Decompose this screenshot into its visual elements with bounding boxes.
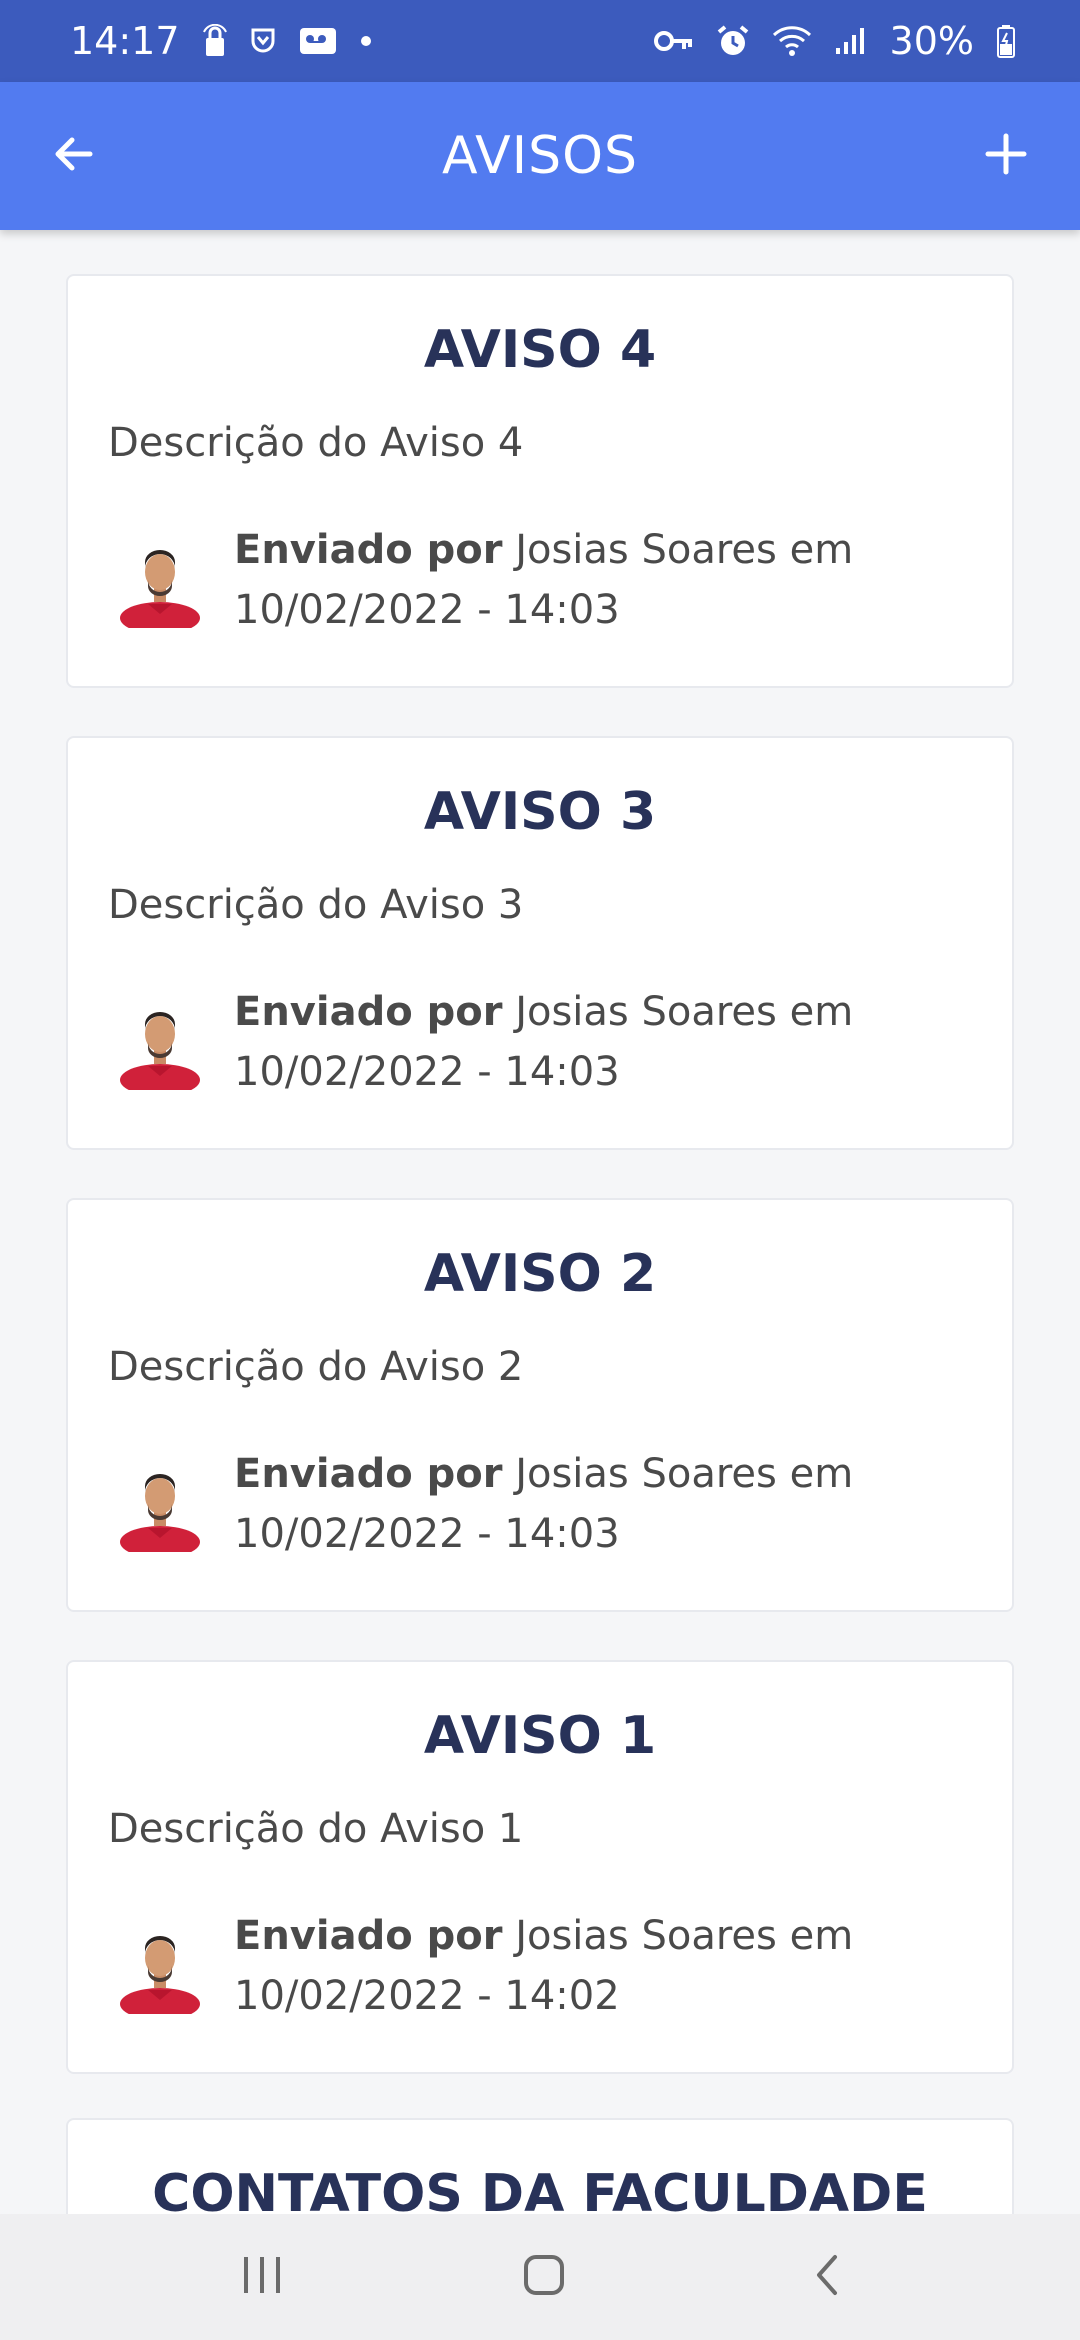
voicemail-icon [298,26,338,56]
author-name: Josias Soares [515,989,777,1035]
author-avatar [118,1000,202,1096]
battery-icon [996,24,1016,58]
notice-meta: Enviado por Josias Soares em 10/02/2022 … [234,1444,974,1564]
notification-dot-icon [360,35,372,47]
sent-by-label: Enviado por [234,989,503,1035]
author-name: Josias Soares [515,527,777,573]
notice-datetime: 10/02/2022 - 14:03 [234,587,620,633]
notice-description: Descrição do Aviso 1 [108,1806,524,1852]
notice-title: AVISO 3 [423,782,657,842]
author-avatar [118,538,202,634]
notice-datetime: 10/02/2022 - 14:03 [234,1049,620,1095]
status-right: 30% [653,19,1016,63]
status-bar: 14:17 30% [0,0,1080,82]
sent-by-label: Enviado por [234,527,503,573]
shield-icon [250,27,276,55]
vpn-key-icon [653,29,694,53]
page-title: AVISOS [441,126,639,186]
notice-title: AVISO 2 [423,1244,657,1304]
notice-description: Descrição do Aviso 2 [108,1344,524,1390]
contacts-section-title: CONTATOS DA FACULDADE [152,2164,928,2214]
author-name: Josias Soares [515,1913,777,1959]
notice-meta: Enviado por Josias Soares em 10/02/2022 … [234,1906,974,2026]
system-nav-bar [0,2214,1080,2340]
home-icon [522,2253,566,2301]
notice-title: AVISO 4 [423,320,657,380]
notice-meta: Enviado por Josias Soares em 10/02/2022 … [234,520,974,640]
at-label: em [789,1451,854,1497]
notice-card[interactable]: AVISO 3 Descrição do Aviso 3 Enviado por… [66,736,1014,1150]
notice-list[interactable]: AVISO 4 Descrição do Aviso 4 Enviado por… [0,230,1080,2214]
notice-description: Descrição do Aviso 3 [108,882,524,928]
battery-percent: 30% [889,19,974,63]
app-bar: AVISOS [0,82,1080,230]
notice-title: AVISO 1 [423,1706,657,1766]
notice-datetime: 10/02/2022 - 14:03 [234,1511,620,1557]
arrow-left-icon [50,130,98,182]
wireless-security-icon [202,24,228,58]
signal-icon [834,26,868,56]
status-time: 14:17 [70,19,180,63]
wifi-icon [772,25,812,57]
system-back-button[interactable] [746,2214,906,2340]
notice-card[interactable]: AVISO 1 Descrição do Aviso 1 Enviado por… [66,1660,1014,2074]
recents-icon [240,2255,284,2299]
at-label: em [789,527,854,573]
sent-by-label: Enviado por [234,1913,503,1959]
notice-card[interactable]: AVISO 2 Descrição do Aviso 2 Enviado por… [66,1198,1014,1612]
author-avatar [118,1924,202,2020]
status-left: 14:17 [70,19,372,63]
back-button[interactable] [0,82,148,230]
alarm-icon [716,24,750,58]
author-avatar [118,1462,202,1558]
notice-description: Descrição do Aviso 4 [108,420,524,466]
author-name: Josias Soares [515,1451,777,1497]
recents-button[interactable] [182,2214,342,2340]
sent-by-label: Enviado por [234,1451,503,1497]
chevron-left-icon [811,2253,841,2301]
notice-datetime: 10/02/2022 - 14:02 [234,1973,620,2019]
at-label: em [789,989,854,1035]
contacts-section-card[interactable]: CONTATOS DA FACULDADE [66,2118,1014,2214]
notice-card[interactable]: AVISO 4 Descrição do Aviso 4 Enviado por… [66,274,1014,688]
plus-icon [984,132,1028,180]
at-label: em [789,1913,854,1959]
notice-meta: Enviado por Josias Soares em 10/02/2022 … [234,982,974,1102]
home-button[interactable] [464,2214,624,2340]
add-notice-button[interactable] [932,82,1080,230]
